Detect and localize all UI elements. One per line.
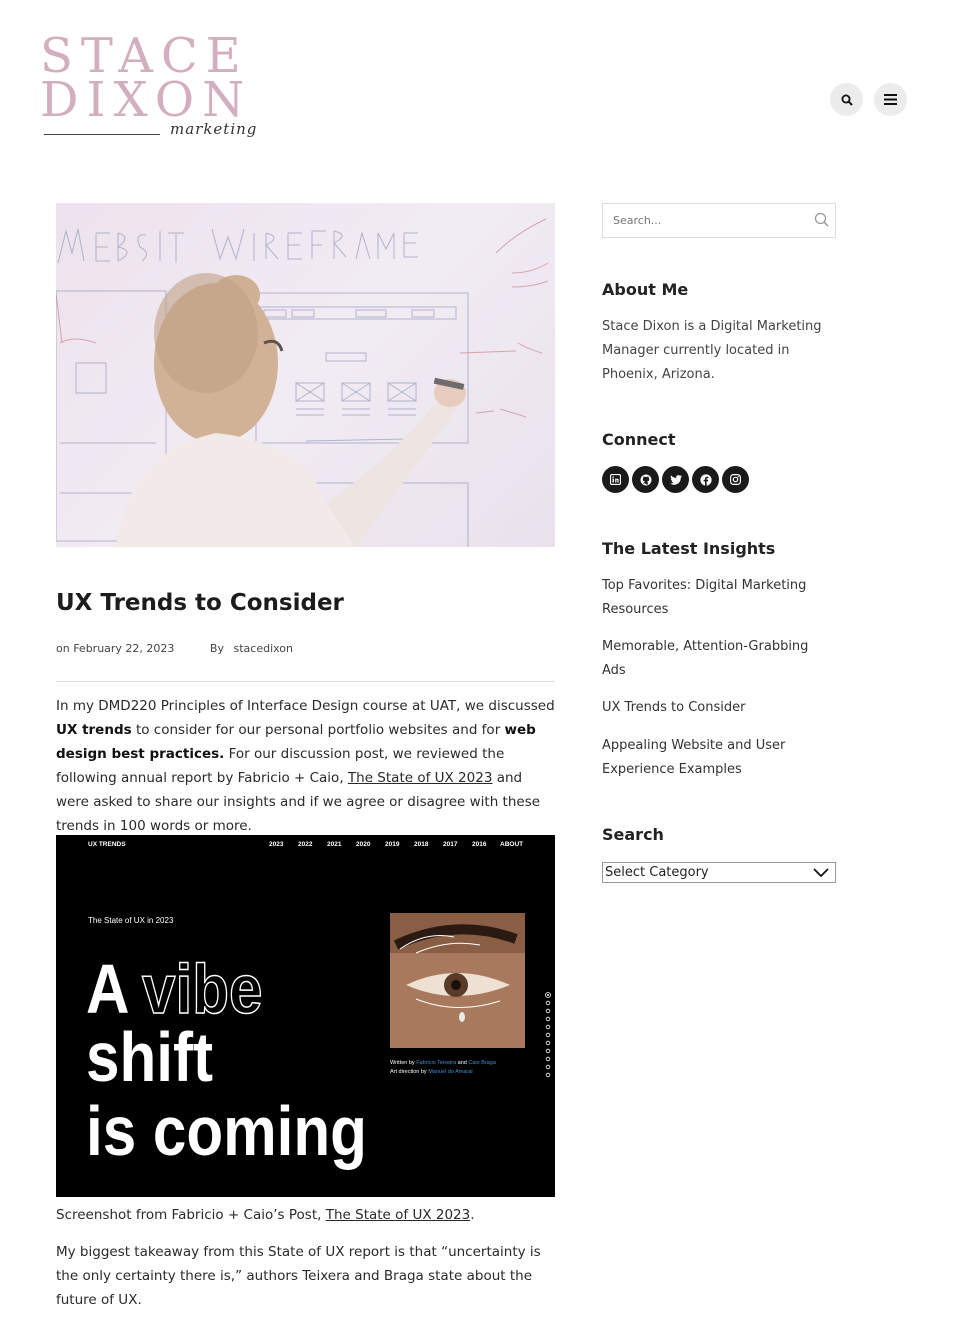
- github-icon: [640, 474, 651, 485]
- shot-credit-name2: Caio Braga: [468, 1060, 496, 1066]
- header-menu-button[interactable]: [874, 83, 907, 116]
- shot-nav-2019: 2019: [385, 841, 400, 848]
- insight-link[interactable]: UX Trends to Consider: [602, 696, 836, 720]
- state-of-ux-screenshot: UX TRENDS 2023 2022 2021 2020 2019 2018 …: [56, 835, 555, 1197]
- caption-text: Screenshot from Fabricio + Caio’s Post,: [56, 1207, 326, 1223]
- caption-link[interactable]: The State of UX 2023: [326, 1207, 471, 1223]
- post-paragraph-takeaway: My biggest takeaway from this State of U…: [56, 1244, 541, 1308]
- shot-nav-2016: 2016: [472, 841, 487, 848]
- shot-brand: UX TRENDS: [88, 841, 126, 848]
- shot-nav-2022: 2022: [298, 841, 313, 848]
- caption-end: .: [470, 1207, 475, 1223]
- shot-nav-2017: 2017: [443, 841, 458, 848]
- logo-rule: [44, 134, 160, 135]
- state-of-ux-link[interactable]: The State of UX 2023: [348, 770, 493, 786]
- shot-credit-art-prefix: Art direction by: [390, 1069, 428, 1075]
- shot-headline-a: A: [86, 950, 129, 1028]
- shot-nav-2023: 2023: [269, 841, 284, 848]
- text-run: In my DMD220 Principles of Interface Des…: [56, 698, 555, 714]
- category-select-value: Select Category: [605, 865, 709, 880]
- linkedin-icon: [610, 474, 621, 485]
- social-links: [602, 466, 749, 493]
- bold-text: UX trends: [56, 722, 132, 738]
- shot-credit-art-name: Manuel do Amaral: [428, 1069, 472, 1075]
- insight-link[interactable]: Memorable, Attention-Grabbing Ads: [602, 635, 836, 683]
- screenshot-caption: Screenshot from Fabricio + Caio’s Post, …: [56, 1203, 555, 1227]
- post-by-label: By: [209, 642, 224, 655]
- search-heading: Search: [602, 825, 664, 844]
- latest-insights-heading: The Latest Insights: [602, 539, 776, 558]
- shot-nav-2018: 2018: [414, 841, 429, 848]
- header-search-button[interactable]: [830, 83, 863, 116]
- post-date: on February 22, 2023: [56, 642, 175, 655]
- connect-heading: Connect: [602, 430, 676, 449]
- facebook-link[interactable]: [692, 466, 719, 493]
- github-link[interactable]: [632, 466, 659, 493]
- shot-kicker: The State of UX in 2023: [88, 916, 174, 925]
- text-run: to consider for our personal portfolio w…: [131, 722, 505, 738]
- sidebar-search-input[interactable]: [603, 204, 803, 237]
- search-icon[interactable]: [814, 212, 829, 227]
- shot-headline-shift: shift: [86, 1018, 213, 1096]
- twitter-link[interactable]: [662, 466, 689, 493]
- logo-line-dixon: DIXON: [40, 72, 253, 128]
- post-paragraph-intro: In my DMD220 Principles of Interface Des…: [56, 694, 555, 838]
- shot-nav-2021: 2021: [327, 841, 342, 848]
- facebook-icon: [699, 473, 712, 486]
- post-meta: on February 22, 2023 By stacedixon: [56, 642, 293, 655]
- category-select[interactable]: Select Category: [602, 862, 836, 883]
- shot-headline-coming: is coming: [86, 1092, 367, 1170]
- shot-headline-vibe: vibe: [142, 950, 262, 1028]
- post-author-link[interactable]: stacedixon: [233, 642, 293, 655]
- meta-divider: [56, 681, 555, 682]
- logo-script: marketing: [170, 120, 258, 138]
- svg-text:Written by Fabricio Teixeira a: Written by Fabricio Teixeira and Caio Br…: [390, 1060, 497, 1066]
- svg-text:Art direction by Manuel do Ama: Art direction by Manuel do Amaral: [390, 1069, 473, 1075]
- hamburger-menu-icon: [884, 94, 897, 105]
- shot-nav-2020: 2020: [356, 841, 371, 848]
- instagram-icon: [730, 474, 741, 485]
- instagram-link[interactable]: [722, 466, 749, 493]
- about-text: Stace Dixon is a Digital Marketing Manag…: [602, 319, 822, 382]
- about-heading: About Me: [602, 280, 689, 299]
- shot-credit-name1: Fabricio Teixeira: [416, 1060, 457, 1066]
- site-logo[interactable]: STACE DIXON marketing: [40, 32, 258, 144]
- twitter-icon: [669, 474, 682, 485]
- insight-link[interactable]: Top Favorites: Digital Marketing Resourc…: [602, 574, 836, 622]
- sidebar-search-box: [602, 203, 836, 238]
- insight-link[interactable]: Appealing Website and User Experience Ex…: [602, 734, 836, 782]
- shot-nav-about: ABOUT: [500, 841, 523, 848]
- post-title: UX Trends to Consider: [56, 590, 344, 616]
- linkedin-link[interactable]: [602, 466, 629, 493]
- featured-image: [56, 203, 555, 547]
- chevron-down-icon: [813, 868, 829, 877]
- shot-credit-written-prefix: Written by: [390, 1060, 416, 1066]
- search-icon: [841, 94, 853, 106]
- shot-credit-and: and: [456, 1060, 468, 1066]
